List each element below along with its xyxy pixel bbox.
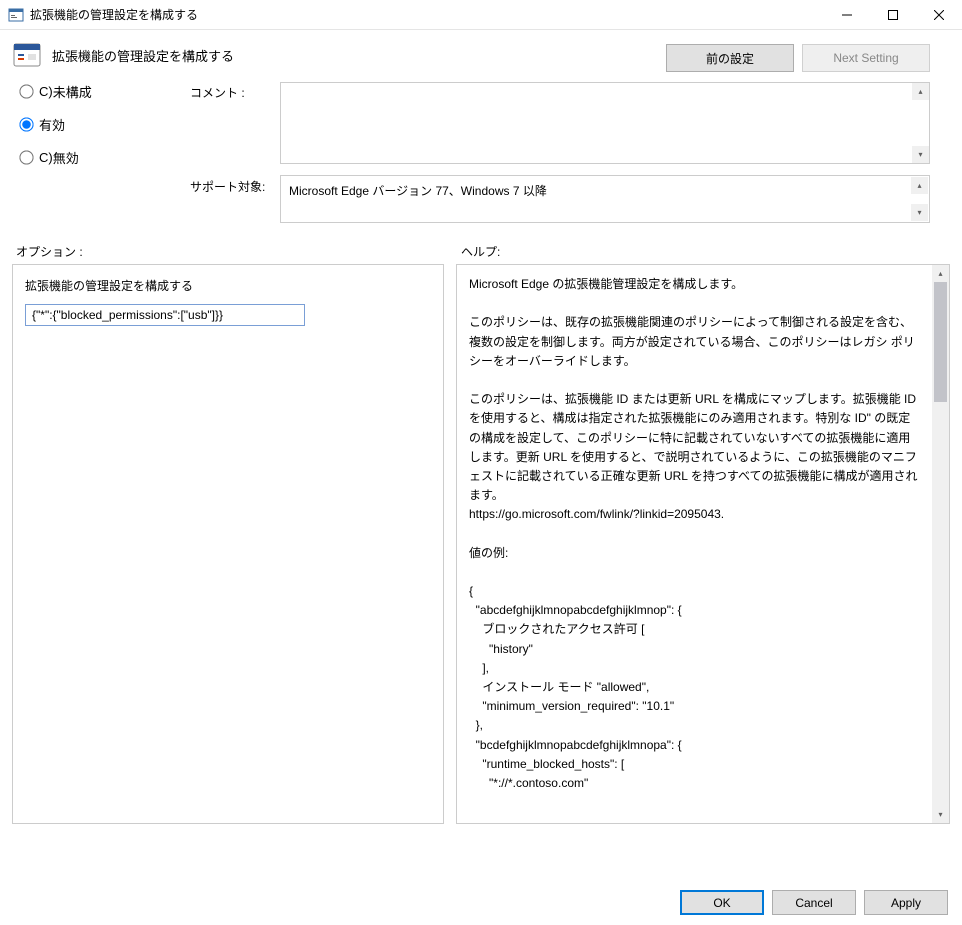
scroll-thumb[interactable] <box>934 282 947 402</box>
panels: 拡張機能の管理設定を構成する Microsoft Edge の拡張機能管理設定を… <box>0 264 962 824</box>
scroll-down-icon[interactable]: ▾ <box>912 146 929 163</box>
radio-not-configured-label: 未構成 <box>53 82 92 101</box>
radio-enabled-label: 有効 <box>39 115 65 134</box>
options-field-label: 拡張機能の管理設定を構成する <box>25 277 431 294</box>
comment-textarea[interactable] <box>280 82 930 164</box>
nav-buttons: 前の設定 Next Setting <box>666 44 930 72</box>
policy-icon <box>12 40 44 72</box>
supported-on-box: Microsoft Edge バージョン 77、Windows 7 以降 ▴ ▾ <box>280 175 930 223</box>
supported-on-text: Microsoft Edge バージョン 77、Windows 7 以降 <box>289 184 547 198</box>
comment-label: コメント : <box>190 82 280 172</box>
supported-label: サポート対象: <box>190 172 280 195</box>
app-icon <box>8 7 24 23</box>
ok-button[interactable]: OK <box>680 890 764 915</box>
window-title: 拡張機能の管理設定を構成する <box>30 6 824 23</box>
section-labels: オプション : ヘルプ: <box>0 223 962 264</box>
scroll-up-icon[interactable]: ▴ <box>911 177 928 194</box>
radio-disabled[interactable]: C) 無効 <box>20 148 190 167</box>
scroll-up-icon[interactable]: ▴ <box>932 265 949 282</box>
labels-column: コメント : サポート対象: <box>190 82 280 223</box>
radio-disabled-input[interactable] <box>19 150 33 164</box>
scroll-down-icon[interactable]: ▾ <box>911 204 928 221</box>
apply-button[interactable]: Apply <box>864 890 948 915</box>
radio-not-configured-input[interactable] <box>19 84 33 98</box>
radio-not-configured[interactable]: C) 未構成 <box>20 82 190 101</box>
previous-setting-button[interactable]: 前の設定 <box>666 44 794 72</box>
options-panel: 拡張機能の管理設定を構成する <box>12 264 444 824</box>
help-scrollbar[interactable]: ▴ ▾ <box>932 265 949 823</box>
header-row: 拡張機能の管理設定を構成する 前の設定 Next Setting <box>0 30 962 72</box>
state-column: C) 未構成 有効 C) 無効 <box>20 82 190 223</box>
policy-title: 拡張機能の管理設定を構成する <box>52 40 666 65</box>
scroll-up-icon[interactable]: ▴ <box>912 83 929 100</box>
help-label: ヘルプ: <box>461 243 500 260</box>
titlebar: 拡張機能の管理設定を構成する <box>0 0 962 30</box>
fields-column: ▴ ▾ Microsoft Edge バージョン 77、Windows 7 以降… <box>280 82 950 223</box>
close-button[interactable] <box>916 0 962 30</box>
maximize-button[interactable] <box>870 0 916 30</box>
footer-buttons: OK Cancel Apply <box>680 890 948 915</box>
help-text: Microsoft Edge の拡張機能管理設定を構成します。 このポリシーは、… <box>457 265 932 823</box>
radio-enabled-input[interactable] <box>19 117 33 131</box>
options-field-input[interactable] <box>25 304 305 326</box>
scroll-down-icon[interactable]: ▾ <box>932 806 949 823</box>
supported-scrollbar[interactable]: ▴ ▾ <box>911 177 928 221</box>
next-setting-button[interactable]: Next Setting <box>802 44 930 72</box>
options-label: オプション : <box>16 243 461 260</box>
minimize-button[interactable] <box>824 0 870 30</box>
comment-scrollbar[interactable]: ▴ ▾ <box>912 83 929 163</box>
radio-enabled[interactable]: 有効 <box>20 115 190 134</box>
window-controls <box>824 0 962 30</box>
help-panel: Microsoft Edge の拡張機能管理設定を構成します。 このポリシーは、… <box>456 264 950 824</box>
cancel-button[interactable]: Cancel <box>772 890 856 915</box>
state-comment-row: C) 未構成 有効 C) 無効 コメント : サポート対象: ▴ ▾ Micro… <box>0 72 962 223</box>
radio-disabled-label: 無効 <box>53 148 79 167</box>
